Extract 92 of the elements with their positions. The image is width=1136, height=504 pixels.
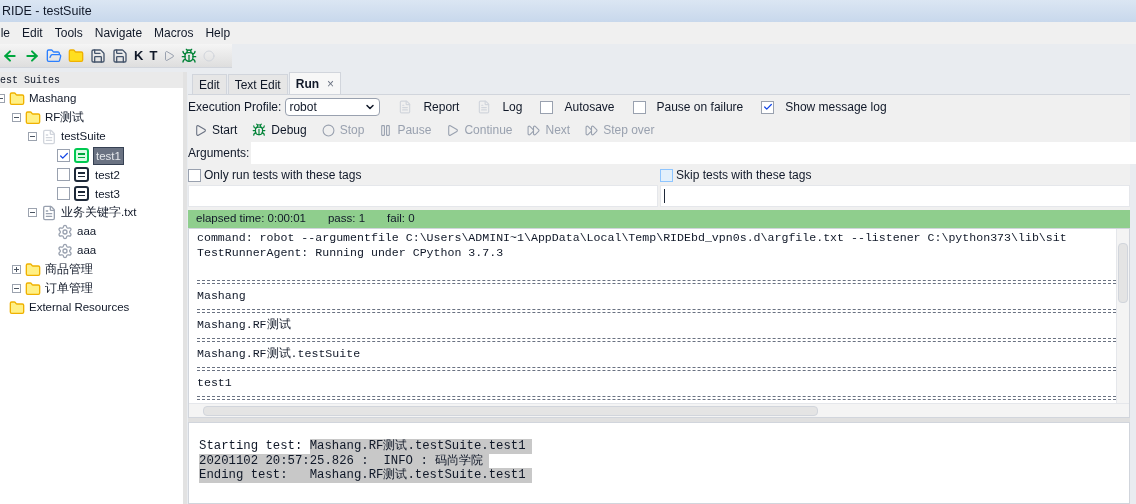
console-line: command: robot --argumentfile C:\Users\ADMINI~1\AppData\Local\Temp\RIDEbd_vpn0s.d\argfile.txt --listener C:\python373\lib\sit: [197, 231, 1068, 246]
status-text: fail: 0: [387, 211, 415, 227]
bug-icon: [252, 123, 267, 137]
tag-filter-label: Skip tests with these tags: [676, 167, 812, 184]
tags-field[interactable]: [188, 185, 658, 207]
file-icon: [41, 128, 57, 145]
collapse-toggle[interactable]: [12, 113, 21, 122]
log-text: 20201102 20:57:25.826 : INFO : 码尚学院: [199, 453, 490, 468]
folder-icon[interactable]: [46, 47, 62, 64]
tab[interactable]: Text Edit: [227, 74, 288, 94]
vertical-scrollbar[interactable]: [1116, 229, 1129, 403]
log-text: Mashang.RF测试.testSuite.test1: [309, 439, 532, 454]
checkbox[interactable]: [57, 187, 70, 200]
play-icon[interactable]: [163, 49, 176, 62]
toolbar-letter[interactable]: T: [149, 45, 158, 66]
tree-item[interactable]: test3: [93, 185, 122, 202]
tree-item[interactable]: test1: [93, 146, 124, 165]
panel-title: est Suites: [0, 73, 60, 88]
folder-icon: [25, 109, 41, 126]
file-icon: [41, 204, 57, 221]
document-icon[interactable]: [398, 100, 413, 114]
option-label: Log: [502, 99, 523, 116]
console-line: TestRunnerAgent: Running under CPython 3.7.3: [197, 245, 505, 260]
tree-item[interactable]: 业务关键字.txt: [61, 203, 137, 222]
checkbox[interactable]: [632, 100, 646, 114]
menu-item[interactable]: Help: [205, 24, 231, 42]
collapse-toggle[interactable]: [28, 208, 37, 217]
close-tab-button[interactable]: ×: [327, 74, 335, 93]
stop-icon: [321, 123, 335, 137]
tags-field[interactable]: [660, 185, 1130, 207]
option-label: Autosave: [564, 99, 615, 116]
play-icon: [446, 123, 460, 137]
tree-item[interactable]: testSuite: [61, 127, 106, 146]
checkbox[interactable]: [57, 149, 70, 162]
tree-item[interactable]: 订单管理: [45, 279, 93, 298]
checkbox[interactable]: [540, 100, 554, 114]
folder-icon[interactable]: [68, 47, 84, 64]
menu-item[interactable]: Edit: [22, 24, 43, 42]
menu-item[interactable]: Navigate: [94, 24, 143, 42]
folder-icon: [9, 90, 25, 107]
run-control-button[interactable]: Debug: [252, 121, 307, 139]
tree-item[interactable]: Mashang: [29, 89, 77, 108]
checkbox[interactable]: [57, 168, 70, 181]
console-line: Mashang.RF测试: [197, 318, 292, 333]
forward-arrow-icon[interactable]: [24, 47, 40, 64]
folder-icon: [9, 299, 25, 316]
checkbox[interactable]: [188, 168, 201, 182]
profile-dropdown[interactable]: robot: [285, 98, 381, 116]
folder-icon: [25, 280, 41, 297]
tab[interactable]: Edit: [192, 74, 227, 94]
collapse-toggle[interactable]: [12, 284, 21, 293]
log-text: Ending test: Mashang.RF测试.testSuite.test1: [199, 468, 532, 483]
console-line: test1: [197, 376, 233, 391]
play-icon: [194, 123, 207, 137]
folder-icon: [25, 261, 41, 278]
next-icon: [585, 123, 599, 137]
tree-item[interactable]: External Resources: [29, 298, 130, 317]
gear-icon: [57, 242, 73, 259]
save-icon[interactable]: [112, 47, 128, 64]
status-text: pass: 1: [327, 211, 366, 227]
save-icon[interactable]: [90, 47, 106, 64]
console-line: Mashang: [197, 289, 247, 304]
menu-item[interactable]: Tools: [54, 24, 83, 42]
tree-item[interactable]: RF测试: [45, 108, 85, 127]
checkbox[interactable]: [761, 100, 775, 114]
menu-item[interactable]: Macros: [154, 24, 194, 42]
collapse-toggle[interactable]: [28, 132, 37, 141]
window-title: RIDE - testSuite: [2, 2, 92, 20]
pause-icon: [379, 123, 393, 137]
status-text: elapsed time: 0:00:01: [196, 211, 306, 227]
bug-icon[interactable]: [181, 47, 198, 64]
toolbar-letter[interactable]: K: [134, 45, 144, 66]
tree-item[interactable]: aaa: [77, 241, 97, 260]
tree-item[interactable]: test2: [93, 166, 122, 183]
gear-icon: [57, 223, 73, 240]
run-control-button[interactable]: Start: [194, 121, 238, 139]
expand-toggle[interactable]: [12, 265, 21, 274]
next-icon: [527, 123, 541, 137]
tree-item[interactable]: aaa: [77, 222, 97, 241]
log-text: Starting test:: [199, 439, 304, 454]
tree-item[interactable]: 商品管理: [45, 260, 93, 279]
tag-filter-label: Only run tests with these tags: [204, 167, 362, 184]
option-label: Show message log: [785, 99, 887, 116]
console-line: Mashang.RF测试.testSuite: [197, 347, 362, 362]
checkbox[interactable]: [660, 168, 673, 182]
arguments-label: Arguments:: [188, 145, 250, 162]
tab[interactable]: Run ×: [288, 72, 342, 94]
document-icon[interactable]: [477, 100, 492, 114]
option-label: Report: [423, 99, 460, 116]
horizontal-scrollbar[interactable]: [189, 403, 1129, 417]
option-label: Pause on failure: [656, 99, 744, 116]
profile-label: Execution Profile:: [188, 99, 282, 116]
